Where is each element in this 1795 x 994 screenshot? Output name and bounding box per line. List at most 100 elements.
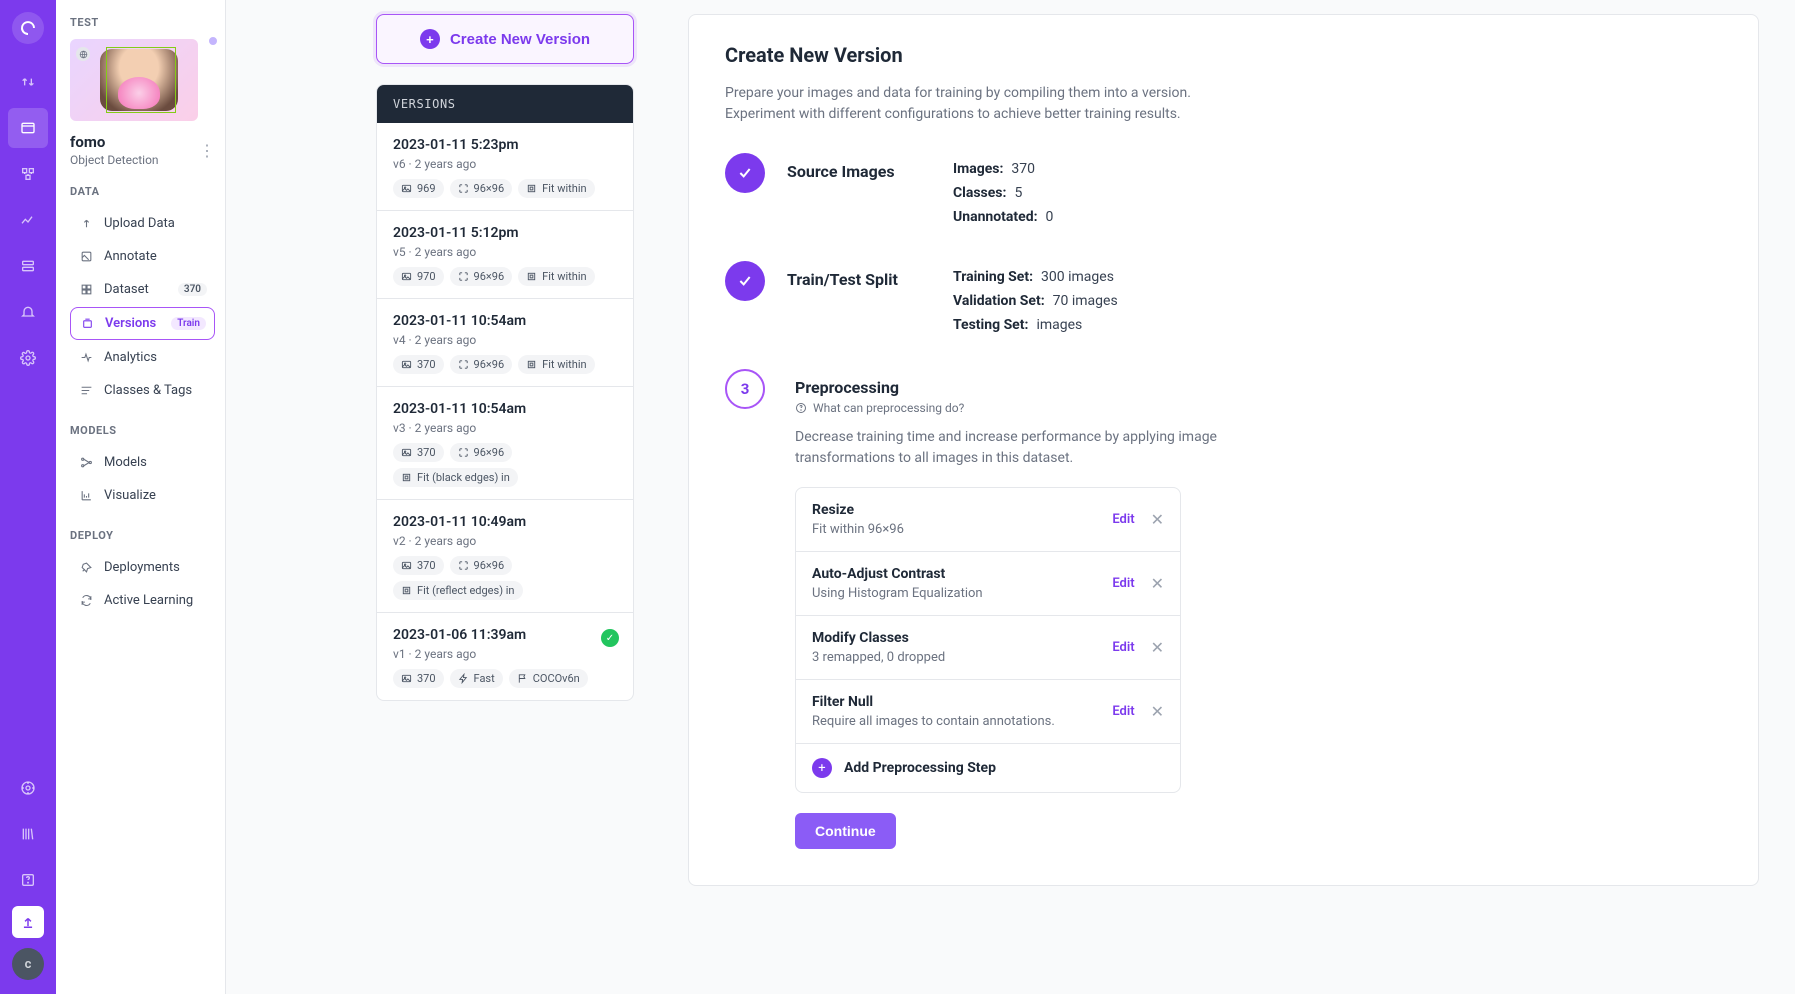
close-icon[interactable]: ✕ [1151,510,1164,529]
close-icon[interactable]: ✕ [1151,638,1164,657]
create-version-button[interactable]: + Create New Version [376,14,634,64]
help-icon [795,402,807,414]
pp-name: Filter Null [812,694,1112,710]
preprocessing-list: ResizeFit within 96×96Edit✕Auto-Adjust C… [795,487,1181,793]
edit-link[interactable]: Edit [1112,640,1134,655]
tags-icon [78,384,94,397]
help-link[interactable]: What can preprocessing do? [795,401,1722,415]
user-avatar[interactable]: c [12,948,44,980]
version-subtitle: v6 · 2 years ago [393,157,617,171]
rail-settings-icon[interactable] [8,338,48,378]
refresh-icon [78,594,94,607]
main-content: + Create New Version VERSIONS 2023-01-11… [226,0,1795,926]
dataset-count-badge: 370 [178,283,207,296]
sidebar-item-label: Dataset [104,282,149,297]
pp-name: Auto-Adjust Contrast [812,566,1112,582]
version-pill: Fit (black edges) in [393,468,518,487]
globe-icon [76,47,90,61]
version-pill: Fast [450,669,503,688]
version-title: 2023-01-11 10:49am [393,514,617,530]
sidebar-item-label: Classes & Tags [104,383,192,398]
version-pill: 970 [393,267,444,286]
step-preprocessing: 3 Preprocessing What can preprocessing d… [725,369,1722,849]
version-pill: 96×96 [450,556,513,575]
project-thumbnail-wrap [70,39,215,121]
version-item[interactable]: 2023-01-11 10:54amv4 · 2 years ago37096×… [377,299,633,387]
sidebar-item-deployments[interactable]: Deployments [70,552,215,583]
sidebar-item-label: Active Learning [104,593,193,608]
check-circle-icon [725,261,765,301]
version-pill: Fit (reflect edges) in [393,581,523,600]
rail-universe-icon[interactable] [8,154,48,194]
rail-monitor-icon[interactable] [8,200,48,240]
version-pill: Fit within [518,267,594,286]
version-pill: 969 [393,179,444,198]
close-icon[interactable]: ✕ [1151,702,1164,721]
sidebar-item-visualize[interactable]: Visualize [70,480,215,511]
status-dot-icon [207,35,219,47]
rail-projects-icon[interactable] [8,108,48,148]
close-icon[interactable]: ✕ [1151,574,1164,593]
version-pill: 96×96 [450,179,513,198]
versions-icon [79,317,95,330]
sidebar-item-analytics[interactable]: Analytics [70,342,215,373]
version-title: 2023-01-06 11:39am [393,627,617,643]
version-item[interactable]: 2023-01-11 5:23pm v6 · 2 years ago 969 96×9… [377,123,633,211]
edit-link[interactable]: Edit [1112,704,1134,719]
sidebar-item-label: Upload Data [104,216,175,231]
rail-help-icon[interactable] [8,860,48,900]
workspace-label: TEST [70,16,215,29]
sidebar-item-classes[interactable]: Classes & Tags [70,375,215,406]
version-item[interactable]: 2023-01-11 10:49amv2 · 2 years ago37096×… [377,500,633,613]
version-item[interactable]: 2023-01-11 10:54amv3 · 2 years ago37096×… [377,387,633,500]
version-title: 2023-01-11 10:54am [393,401,617,417]
sidebar-item-dataset[interactable]: Dataset 370 [70,274,215,305]
sidebar-item-annotate[interactable]: Annotate [70,241,215,272]
preprocessing-item: Filter NullRequire all images to contain… [796,680,1180,744]
check-icon: ✓ [601,629,619,647]
continue-button[interactable]: Continue [795,813,896,849]
rail-bell-icon[interactable] [8,292,48,332]
step-description: Decrease training time and increase perf… [795,427,1275,469]
pp-description: Fit within 96×96 [812,522,1112,537]
app-logo[interactable] [12,12,44,44]
analytics-icon [78,351,94,364]
rocket-icon [78,561,94,574]
sidebar-item-active-learning[interactable]: Active Learning [70,585,215,616]
version-form-panel: Create New Version Prepare your images a… [688,14,1759,886]
versions-list-card: VERSIONS 2023-01-11 5:23pmv6 · 2 years a… [376,84,634,701]
kebab-icon[interactable]: ⋮ [199,141,215,160]
step-number-badge: 3 [725,369,765,409]
rail-explore-icon[interactable] [8,768,48,808]
edit-link[interactable]: Edit [1112,512,1134,527]
edit-link[interactable]: Edit [1112,576,1134,591]
rail-library-icon[interactable] [8,814,48,854]
project-type: Object Detection [70,153,159,167]
version-pill: 96×96 [450,267,513,286]
version-item[interactable]: 2023-01-11 5:12pmv5 · 2 years ago97096×9… [377,211,633,299]
preprocessing-item: ResizeFit within 96×96Edit✕ [796,488,1180,552]
version-pill: 370 [393,669,444,688]
add-preprocessing-button[interactable]: +Add Preprocessing Step [796,744,1180,792]
sidebar-item-upload[interactable]: Upload Data [70,208,215,239]
sidebar-item-label: Versions [105,316,156,331]
sidebar-item-models[interactable]: Models [70,447,215,478]
version-title: 2023-01-11 5:23pm [393,137,617,153]
version-pill: Fit within [518,355,594,374]
upload-icon [78,217,94,230]
panel-title: Create New Version [725,43,1722,67]
version-title: 2023-01-11 10:54am [393,313,617,329]
rail-transfer-icon[interactable] [8,62,48,102]
step-train-test-split: Train/Test Split Training Set:300 images… [725,261,1722,341]
models-icon [78,456,94,469]
sidebar-item-versions[interactable]: Versions Train [70,307,215,340]
create-version-label: Create New Version [450,31,590,48]
rail-server-icon[interactable] [8,246,48,286]
panel-description: Prepare your images and data for trainin… [725,83,1245,125]
project-thumbnail[interactable] [70,39,198,121]
preprocessing-item: Modify Classes3 remapped, 0 droppedEdit✕ [796,616,1180,680]
section-data-label: DATA [70,185,215,198]
rail-upload-button[interactable] [12,906,44,938]
version-item[interactable]: ✓2023-01-06 11:39amv1 · 2 years ago370Fa… [377,613,633,700]
versions-column: + Create New Version VERSIONS 2023-01-11… [376,14,634,701]
